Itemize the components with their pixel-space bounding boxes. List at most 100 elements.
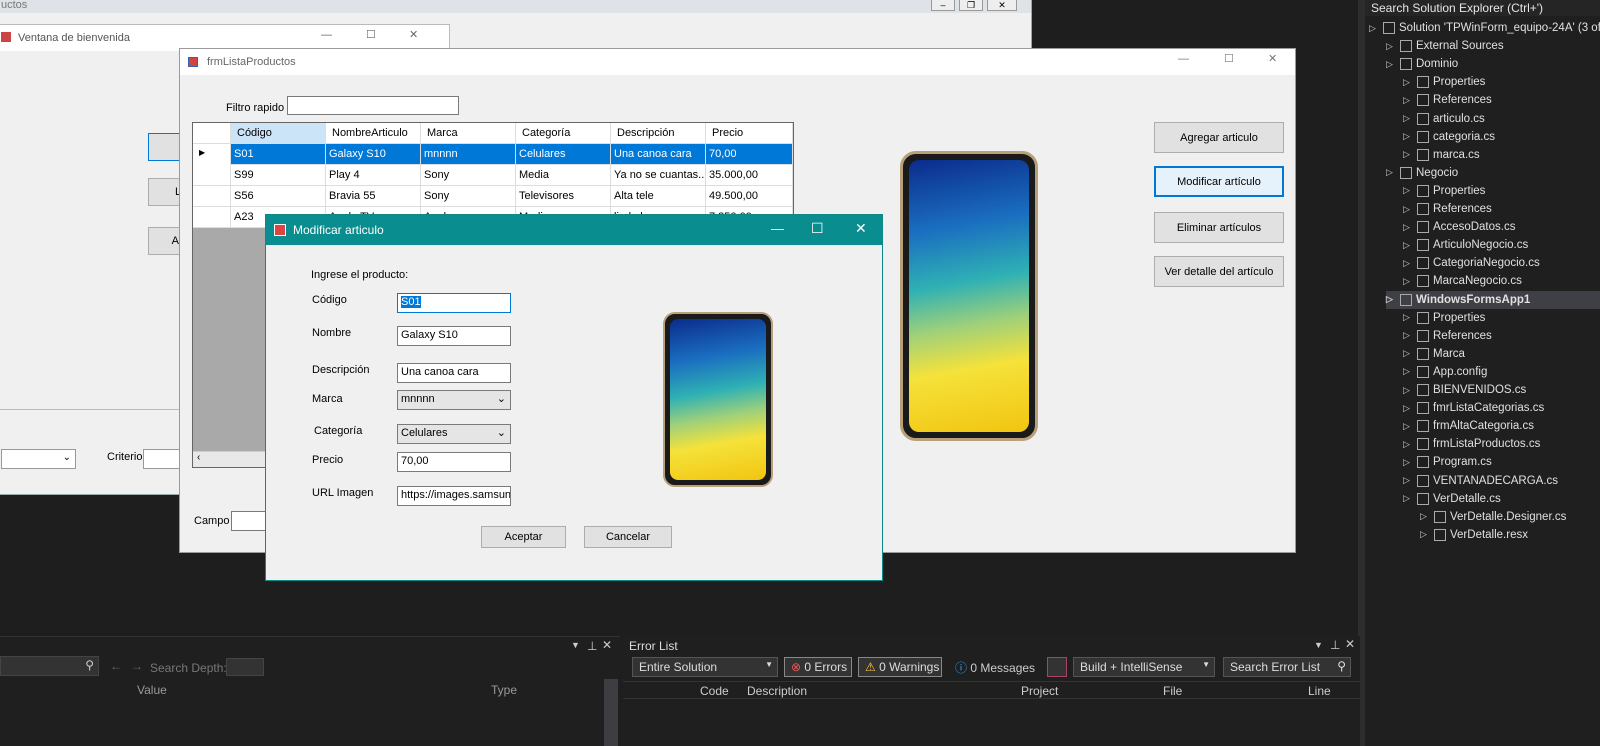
solution-tree-item[interactable]: ▷ External Sources — [1386, 37, 1504, 55]
solution-tree-item[interactable]: ▷ References — [1403, 327, 1492, 345]
filter-input[interactable] — [287, 96, 459, 115]
solution-tree-item[interactable]: ▷ VerDetalle.resx — [1420, 526, 1528, 544]
minimize-icon[interactable]: – — [931, 0, 955, 11]
warnings-filter-button[interactable]: ⚠ 0 Warnings — [858, 657, 942, 677]
solution-tree-item[interactable]: ▷ References — [1403, 200, 1492, 218]
back-arrow-icon[interactable]: ← — [110, 659, 122, 673]
expand-icon[interactable]: ▷ — [1369, 23, 1379, 34]
scope-select[interactable]: Entire Solution ▼ — [632, 657, 778, 677]
expand-icon[interactable]: ▷ — [1403, 403, 1413, 414]
accept-button[interactable]: Aceptar — [481, 526, 566, 548]
solution-tree-item[interactable]: ▷ App.config — [1403, 363, 1487, 381]
expand-icon[interactable]: ▷ — [1403, 385, 1413, 396]
solution-tree-item[interactable]: ▷ CategoriaNegocio.cs — [1403, 254, 1540, 272]
expand-icon[interactable]: ▷ — [1403, 204, 1413, 215]
modify-article-button[interactable]: Modificar artículo — [1154, 166, 1284, 197]
table-cell[interactable]: mnnnn — [421, 144, 516, 165]
table-cell[interactable]: Alta tele — [611, 186, 706, 207]
add-article-button[interactable]: Agregar articulo — [1154, 122, 1284, 153]
solution-tree-item[interactable]: ▷ WindowsFormsApp1 — [1386, 290, 1600, 309]
expand-icon[interactable]: ▷ — [1403, 421, 1413, 432]
table-cell[interactable]: Galaxy S10 — [326, 144, 421, 165]
build-select[interactable]: Build + IntelliSense ▼ — [1073, 657, 1215, 677]
delete-articles-button[interactable]: Eliminar artículos — [1154, 212, 1284, 243]
nombre-input[interactable]: Galaxy S10 — [397, 326, 511, 346]
expand-icon[interactable]: ▷ — [1403, 475, 1413, 486]
table-cell[interactable]: 35.000,00 — [706, 165, 793, 186]
messages-filter-button[interactable]: ⓘ 0 Messages — [955, 659, 1035, 676]
table-cell[interactable]: Televisores — [516, 186, 611, 207]
close-icon[interactable]: ✕ — [987, 0, 1017, 11]
solution-tree-item[interactable]: ▷ References — [1403, 91, 1492, 109]
scroll-left-icon[interactable]: ‹ — [197, 452, 200, 463]
maximize-icon[interactable]: ☐ — [366, 28, 376, 41]
forward-arrow-icon[interactable]: → — [131, 659, 143, 673]
expand-icon[interactable]: ▷ — [1386, 41, 1396, 52]
file-column-header[interactable]: File — [1163, 684, 1182, 698]
description-column-header[interactable]: Description — [747, 684, 807, 698]
expand-icon[interactable]: ▷ — [1403, 312, 1413, 323]
close-icon[interactable]: ✕ — [1268, 52, 1277, 65]
expand-icon[interactable]: ▷ — [1420, 529, 1430, 540]
expand-icon[interactable]: ▷ — [1403, 348, 1413, 359]
close-icon[interactable]: ✕ — [602, 638, 612, 652]
solution-tree-item[interactable]: ▷ categoria.cs — [1403, 128, 1495, 146]
maximize-icon[interactable]: ☐ — [1224, 52, 1234, 65]
close-icon[interactable]: ✕ — [855, 220, 867, 237]
line-column-header[interactable]: Line — [1308, 684, 1331, 698]
table-row-selected[interactable]: ▶ S01 Galaxy S10 mnnnn Celulares Una can… — [193, 144, 793, 165]
table-row[interactable]: S56 Bravia 55 Sony Televisores Alta tele… — [193, 186, 793, 207]
minimize-icon[interactable]: — — [321, 29, 332, 41]
expand-icon[interactable]: ▷ — [1403, 185, 1413, 196]
solution-tree-item[interactable]: ▷ marca.cs — [1403, 146, 1480, 164]
expand-icon[interactable]: ▷ — [1403, 493, 1413, 504]
splitter[interactable] — [1358, 0, 1365, 746]
solution-tree-item[interactable]: ▷ Solution 'TPWinForm_equipo-24A' (3 of — [1369, 19, 1600, 37]
expand-icon[interactable]: ▷ — [1403, 240, 1413, 251]
pin-icon[interactable]: ⊥ — [1330, 638, 1340, 652]
solution-tree-item[interactable]: ▷ ArticuloNegocio.cs — [1403, 236, 1528, 254]
table-cell[interactable]: 49.500,00 — [706, 186, 793, 207]
solution-tree-item[interactable]: ▷ AccesoDatos.cs — [1403, 218, 1515, 236]
expand-icon[interactable]: ▷ — [1403, 439, 1413, 450]
table-cell[interactable]: Sony — [421, 186, 516, 207]
table-row[interactable]: S99 Play 4 Sony Media Ya no se cuantas..… — [193, 165, 793, 186]
column-header[interactable]: NombreArticulo — [326, 123, 421, 144]
row-header[interactable] — [193, 186, 231, 207]
restore-icon[interactable]: ❐ — [959, 0, 983, 11]
value-column-header[interactable]: Value — [137, 683, 167, 697]
expand-icon[interactable]: ▷ — [1403, 366, 1413, 377]
expand-icon[interactable]: ▷ — [1403, 330, 1413, 341]
solution-tree-item[interactable]: ▷ articulo.cs — [1403, 110, 1485, 128]
locals-search-input[interactable]: ⚲ — [0, 656, 99, 676]
expand-icon[interactable]: ▷ — [1403, 95, 1413, 106]
code-column-header[interactable]: Code — [700, 684, 729, 698]
table-cell[interactable]: Ya no se cuantas... — [611, 165, 706, 186]
expand-icon[interactable]: ▷ — [1403, 457, 1413, 468]
horizontal-scrollbar[interactable]: ‹ — [193, 451, 273, 467]
expand-icon[interactable]: ▷ — [1403, 149, 1413, 160]
minimize-icon[interactable]: — — [1178, 53, 1189, 65]
solution-search-input[interactable]: Search Solution Explorer (Ctrl+') — [1365, 0, 1600, 16]
view-detail-button[interactable]: Ver detalle del artículo — [1154, 256, 1284, 287]
table-cell[interactable]: Sony — [421, 165, 516, 186]
project-column-header[interactable]: Project — [1021, 684, 1058, 698]
minimize-icon[interactable]: — — [771, 221, 784, 236]
dropdown-arrow-icon[interactable]: ▼ — [1314, 640, 1323, 650]
table-cell[interactable]: Una canoa cara — [611, 144, 706, 165]
search-depth-select[interactable] — [226, 658, 264, 676]
row-header[interactable] — [193, 207, 231, 228]
table-cell[interactable]: 70,00 — [706, 144, 793, 165]
table-cell[interactable]: S99 — [231, 165, 326, 186]
expand-icon[interactable]: ▷ — [1420, 511, 1430, 522]
campo-field[interactable] — [231, 511, 269, 531]
expand-icon[interactable]: ▷ — [1403, 77, 1413, 88]
close-icon[interactable]: ✕ — [409, 28, 418, 41]
type-column-header[interactable]: Type — [491, 683, 517, 697]
table-cell[interactable]: S56 — [231, 186, 326, 207]
categoria-select[interactable]: Celulares ⌄ — [397, 424, 511, 444]
solution-tree-item[interactable]: ▷ VENTANADECARGA.cs — [1403, 472, 1558, 490]
column-header[interactable]: Código — [231, 123, 326, 144]
expand-icon[interactable]: ▷ — [1386, 167, 1396, 178]
table-cell[interactable]: Bravia 55 — [326, 186, 421, 207]
